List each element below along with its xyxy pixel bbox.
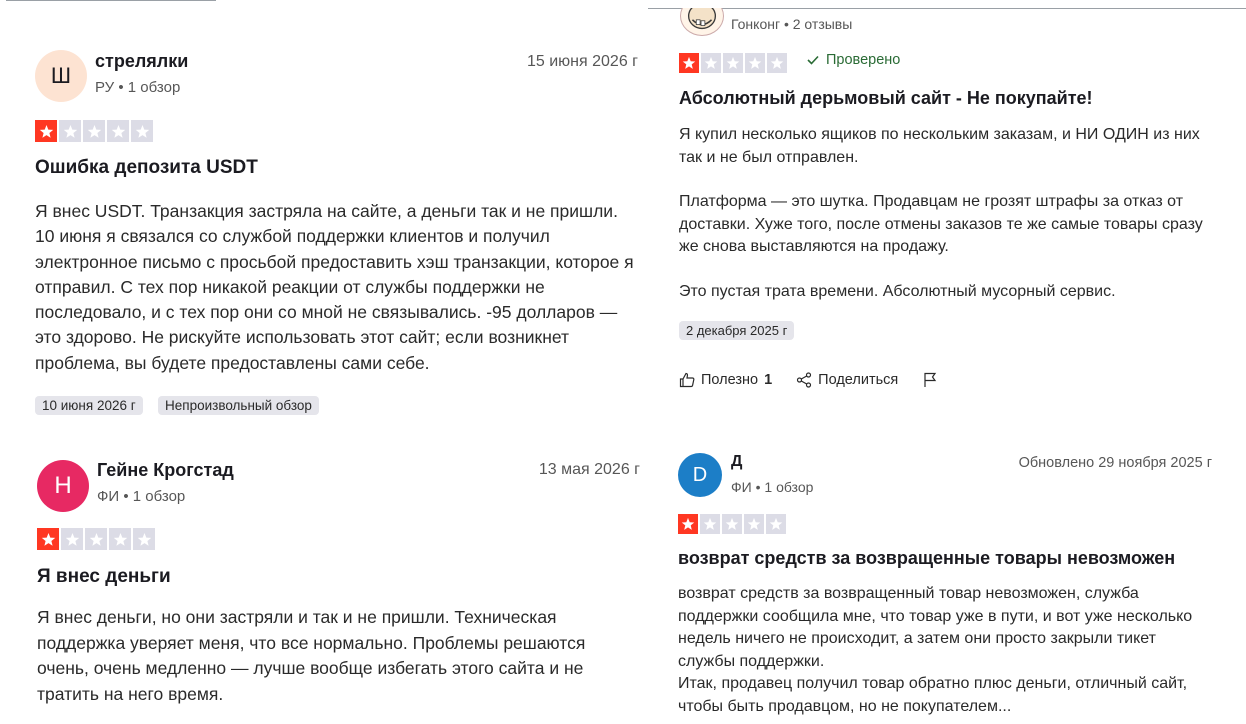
star-icon xyxy=(744,514,764,534)
flag-icon xyxy=(924,372,937,387)
review-paragraph: Платформа — это шутка. Продавцам не гроз… xyxy=(679,193,1203,255)
star-icon xyxy=(83,120,105,142)
star-icon xyxy=(679,53,699,73)
star-icon xyxy=(107,120,129,142)
review-card: Ш стрелялки РУ • 1 обзор 15 июня 2026 г … xyxy=(6,0,646,415)
thumbs-up-icon xyxy=(679,372,695,388)
review-title[interactable]: Я внес деньги xyxy=(37,566,171,588)
reviewer-meta: Гонконг • 2 отзывы xyxy=(731,16,853,32)
star-icon xyxy=(767,53,787,73)
review-body: Я купил несколько ящиков по нескольким з… xyxy=(679,124,1219,303)
review-body: возврат средств за возвращенный товар не… xyxy=(678,583,1203,718)
star-icon xyxy=(37,528,59,550)
reviewer-meta: РУ • 1 обзор xyxy=(95,79,181,96)
review-actions: Полезно 1 Поделиться xyxy=(679,372,962,388)
share-icon xyxy=(797,372,812,388)
avatar-letter: D xyxy=(692,463,708,486)
report-button[interactable] xyxy=(922,372,938,388)
reviewer-meta: ФИ • 1 обзор xyxy=(97,488,186,505)
star-icon xyxy=(109,528,131,550)
star-icon xyxy=(701,53,721,73)
tag-unprompted: Непроизвольный обзор xyxy=(158,396,319,415)
review-title[interactable]: Абсолютный дерьмовый сайт - Не покупайте… xyxy=(679,88,1093,109)
star-icon xyxy=(85,528,107,550)
reviewer-meta: ФИ • 1 обзор xyxy=(731,479,814,495)
review-date: 15 июня 2026 г xyxy=(527,53,638,70)
star-icon xyxy=(133,528,155,550)
review-card: D Д ФИ • 1 обзор Обновлено 29 ноября 202… xyxy=(648,438,1246,724)
review-date: Обновлено 29 ноября 2025 г xyxy=(1018,455,1212,471)
avatar[interactable]: Н xyxy=(37,460,89,512)
star-icon xyxy=(35,120,57,142)
review-card: Н Гейне Крогстад ФИ • 1 обзор 13 мая 202… xyxy=(6,438,646,724)
reviewer-name[interactable]: Д xyxy=(731,453,742,471)
review-body: Я внес деньги, но они застряли и так и н… xyxy=(37,607,586,705)
star-icon xyxy=(61,528,83,550)
verified-label: Проверено xyxy=(826,52,901,68)
reviewer-name[interactable]: Гейне Крогстад xyxy=(97,460,234,481)
helpful-count: 1 xyxy=(764,372,773,388)
avatar[interactable]: D xyxy=(678,453,722,497)
star-rating xyxy=(678,514,786,534)
reviewer-name[interactable]: стрелялки xyxy=(95,51,188,72)
review-card: Гонконг • 2 отзывы Проверено Абсолютный … xyxy=(648,8,1246,420)
review-paragraph: возврат средств за возвращенный товар не… xyxy=(678,585,1193,670)
star-rating xyxy=(35,120,153,142)
avatar-letter: Ш xyxy=(50,63,72,88)
star-icon xyxy=(678,514,698,534)
star-icon xyxy=(700,514,720,534)
divider xyxy=(648,8,1246,9)
review-paragraph: Я купил несколько ящиков по нескольким з… xyxy=(679,126,1200,166)
helpful-label: Полезно xyxy=(701,372,759,388)
tag-date: 10 июня 2026 г xyxy=(35,396,143,415)
star-icon xyxy=(722,514,742,534)
share-button[interactable]: Поделиться xyxy=(796,372,898,388)
tag-date: 2 декабря 2025 г xyxy=(679,321,795,340)
review-paragraph: Итак, продавец получил товар обратно плю… xyxy=(678,675,1188,715)
share-label: Поделиться xyxy=(818,372,899,388)
star-icon xyxy=(723,53,743,73)
review-date: 13 мая 2026 г xyxy=(538,461,640,478)
avatar-letter: Н xyxy=(54,472,72,499)
star-rating xyxy=(679,53,787,73)
face-avatar-icon xyxy=(687,8,717,30)
review-body: Я внес USDT. Транзакция застряла на сайт… xyxy=(35,201,634,373)
face-avatar-icon[interactable] xyxy=(680,8,724,36)
star-icon xyxy=(745,53,765,73)
review-title[interactable]: Ошибка депозита USDT xyxy=(35,157,258,179)
checkmark-icon xyxy=(807,55,819,65)
helpful-button[interactable]: Полезно 1 xyxy=(679,372,772,388)
star-rating xyxy=(37,528,155,550)
star-icon xyxy=(59,120,81,142)
star-icon xyxy=(766,514,786,534)
star-icon xyxy=(131,120,153,142)
review-title[interactable]: возврат средств за возвращенные товары н… xyxy=(678,548,1175,569)
verified-badge[interactable]: Проверено xyxy=(806,52,900,68)
review-paragraph: Это пустая трата времени. Абсолютный мус… xyxy=(679,282,1116,300)
avatar[interactable]: Ш xyxy=(35,50,87,102)
divider xyxy=(6,0,216,1)
